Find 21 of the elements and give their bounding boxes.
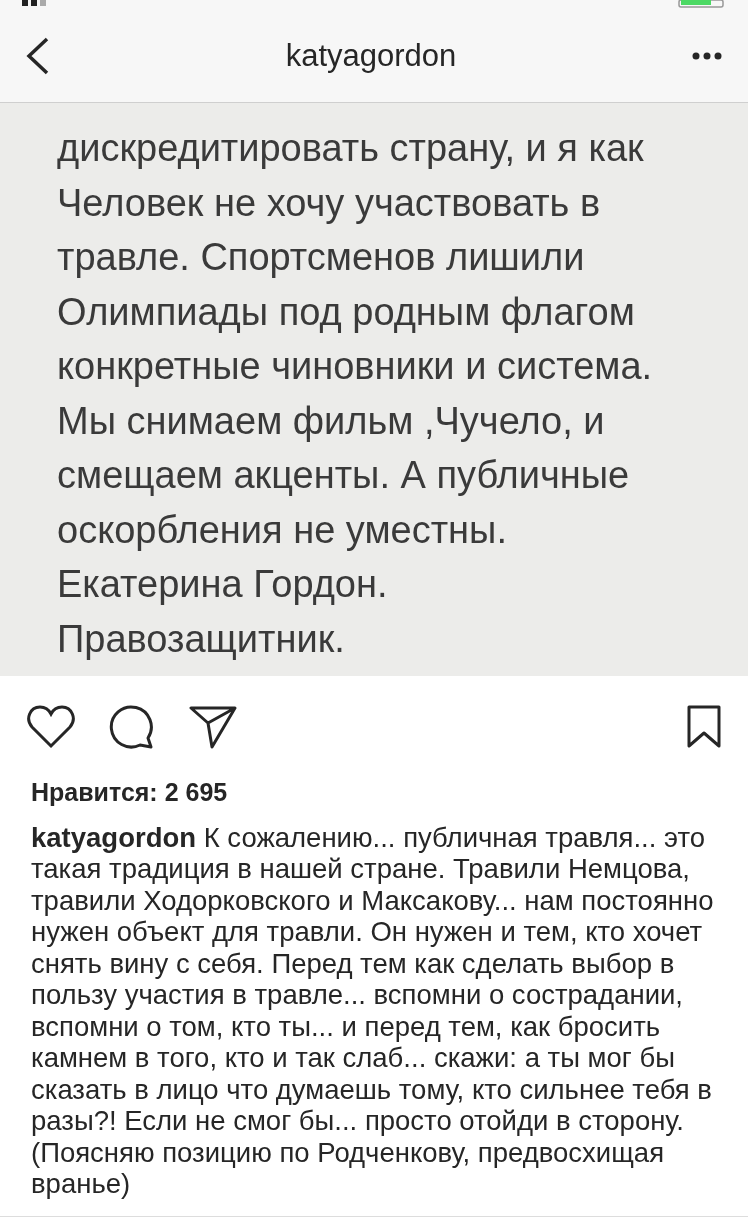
window-title: katyagordon [285,36,457,75]
image-text-line: конкретные чиновники и система. [57,344,653,389]
image-text-line: Олимпиады под родным флагом [57,289,635,335]
image-text-line: дискредитировать страну, и я как [57,126,644,171]
image-text-line: травле. Спортсменов лишили [57,235,585,280]
more-icon[interactable] [692,52,722,60]
signal-icon [22,0,46,6]
back-icon[interactable] [26,37,50,75]
image-text-line: оскорбления не уместны. [57,507,507,553]
image-text-line: Екатерина Гордон. [57,562,388,607]
heart-icon[interactable] [27,705,75,749]
comment-icon[interactable] [109,705,155,749]
bookmark-icon[interactable] [687,705,721,749]
image-text-line: Правозащитник. [57,616,345,662]
image-text-line: Мы снимаем фильм ,Чучело, и [57,398,605,444]
send-icon[interactable] [189,705,237,749]
image-text-line: смещаем акценты. А публичные [57,453,630,498]
battery-icon [678,0,726,8]
image-text-line: Человек не хочу участвовать в [57,180,601,226]
post-caption: katyagordon К сожалению... публичная травля... это такая традиция в нашей стране. Травили Немцова, травили Ходорковского и Максакову... нам постоянно нужен объект для травли. Он нужен и тем, кто хочет снять вину с себя. Перед тем как сделать выбор в пользу участия в травле... вспомни о сострадании, вспомни о том, кто ты... и перед тем, как бросить камнем в того, кто и так слаб... скажи: а ты мог бы сказать в лицо что думаешь тому, кто сильнее тебя в разы?! Если не смог бы... просто отойди в сторону. (Поясняю позицию по Родченкову, предвосхищая вранье) [30,821,715,1200]
likes-count: Нравится: 2 695 [30,777,229,808]
